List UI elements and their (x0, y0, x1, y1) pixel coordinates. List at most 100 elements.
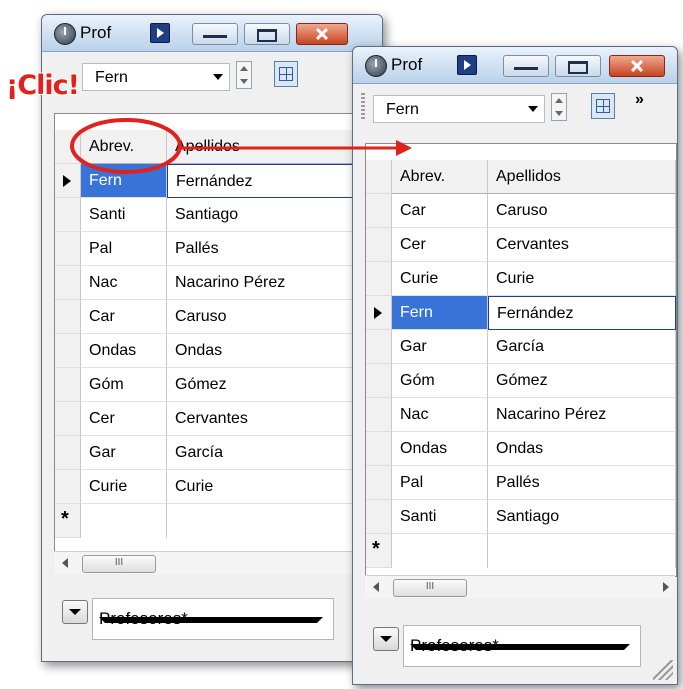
cell-apellidos[interactable]: García (167, 436, 375, 470)
cell-apellidos[interactable]: Ondas (488, 432, 676, 466)
cell-abrev[interactable]: Curie (81, 470, 167, 504)
table-row[interactable]: Pal Pallés (366, 466, 676, 500)
cell-apellidos[interactable]: Ondas (167, 334, 375, 368)
cell-abrev[interactable]: Pal (392, 466, 488, 500)
table-row[interactable]: Santi Santiago (55, 198, 375, 232)
scroll-thumb[interactable]: III (82, 555, 156, 573)
table-row[interactable]: Curie Curie (366, 262, 676, 296)
cell-abrev[interactable]: Car (392, 194, 488, 228)
cell-apellidos[interactable]: Santiago (488, 500, 676, 534)
play-icon[interactable] (150, 23, 170, 43)
row-selector[interactable] (366, 330, 392, 364)
dropdown-button[interactable] (62, 600, 88, 624)
minimize-button[interactable] (192, 23, 238, 45)
table-row[interactable]: Gar García (55, 436, 375, 470)
row-selector[interactable] (55, 266, 81, 300)
cell-apellidos[interactable]: Gómez (488, 364, 676, 398)
title-bar[interactable]: Prof (42, 15, 382, 52)
cell-abrev[interactable]: Nac (392, 398, 488, 432)
cell-apellidos[interactable] (167, 504, 375, 538)
row-selector[interactable] (366, 466, 392, 500)
cell-abrev[interactable]: Cer (392, 228, 488, 262)
table-row[interactable]: Cer Cervantes (366, 228, 676, 262)
table-row[interactable]: Car Caruso (366, 194, 676, 228)
toolbar-overflow-icon[interactable]: » (635, 91, 644, 109)
row-selector[interactable] (55, 164, 81, 198)
cell-apellidos[interactable]: Curie (167, 470, 375, 504)
cell-apellidos[interactable]: Caruso (488, 194, 676, 228)
cell-apellidos[interactable]: Cervantes (488, 228, 676, 262)
record-combo[interactable]: Fern (373, 95, 545, 123)
table-row[interactable]: Nac Nacarino Pérez (366, 398, 676, 432)
cell-apellidos[interactable]: Fernández (167, 164, 375, 198)
cell-abrev[interactable]: Santi (392, 500, 488, 534)
table-row[interactable]: Nac Nacarino Pérez (55, 266, 375, 300)
chevron-down-icon[interactable] (410, 644, 630, 650)
close-button[interactable] (296, 23, 348, 45)
chevron-down-icon[interactable] (99, 617, 323, 623)
toolbar-grip[interactable] (361, 93, 365, 121)
record-combo[interactable]: Fern (82, 63, 230, 91)
table-row[interactable]: Ondas Ondas (366, 432, 676, 466)
cell-abrev[interactable]: Gar (392, 330, 488, 364)
chevron-down-icon[interactable] (528, 106, 538, 112)
row-selector[interactable] (55, 232, 81, 266)
row-selector[interactable] (55, 198, 81, 232)
cell-abrev[interactable]: Pal (81, 232, 167, 266)
cell-abrev[interactable]: Nac (81, 266, 167, 300)
row-selector[interactable]: * (55, 504, 81, 538)
row-selector[interactable]: * (366, 534, 392, 568)
row-selector[interactable] (55, 334, 81, 368)
table-row[interactable]: Gar García (366, 330, 676, 364)
record-spinner[interactable] (236, 61, 252, 89)
row-selector[interactable] (366, 364, 392, 398)
cell-abrev[interactable]: Fern (81, 164, 167, 198)
cell-abrev[interactable]: Ondas (81, 334, 167, 368)
header-corner[interactable] (366, 160, 392, 194)
row-selector[interactable] (366, 398, 392, 432)
cell-abrev[interactable]: Ondas (392, 432, 488, 466)
row-selector[interactable] (366, 194, 392, 228)
cell-apellidos[interactable]: Nacarino Pérez (167, 266, 375, 300)
maximize-button[interactable] (555, 55, 601, 77)
column-header-apellidos[interactable]: Apellidos (488, 160, 676, 194)
table-row[interactable]: Curie Curie (55, 470, 375, 504)
dropdown-button[interactable] (373, 627, 399, 651)
scroll-left-icon[interactable] (62, 558, 68, 568)
data-grid[interactable]: Abrev. Apellidos Fern Fernández Santi Santi… (54, 113, 376, 553)
row-selector[interactable] (55, 470, 81, 504)
grid-view-icon[interactable] (591, 93, 615, 119)
table-row[interactable]: Ondas Ondas (55, 334, 375, 368)
row-selector[interactable] (55, 368, 81, 402)
table-row[interactable]: Góm Gómez (366, 364, 676, 398)
chevron-down-icon[interactable] (213, 74, 223, 80)
row-selector[interactable] (55, 300, 81, 334)
cell-apellidos[interactable] (488, 534, 676, 568)
form-selector[interactable]: Profesores* (403, 625, 641, 667)
cell-apellidos[interactable]: Gómez (167, 368, 375, 402)
cell-abrev[interactable]: Car (81, 300, 167, 334)
row-selector[interactable] (55, 436, 81, 470)
horizontal-scrollbar[interactable]: III (365, 575, 675, 598)
cell-abrev[interactable]: Fern (392, 296, 488, 330)
play-icon[interactable] (457, 55, 477, 75)
horizontal-scrollbar[interactable]: III (54, 551, 374, 574)
row-selector[interactable] (366, 228, 392, 262)
cell-abrev[interactable]: Santi (81, 198, 167, 232)
cell-apellidos[interactable]: Curie (488, 262, 676, 296)
minimize-button[interactable] (503, 55, 549, 77)
cell-apellidos[interactable]: Fernández (488, 296, 676, 330)
new-record-row[interactable]: * (55, 504, 375, 538)
row-selector[interactable] (366, 500, 392, 534)
cell-apellidos[interactable]: Cervantes (167, 402, 375, 436)
column-header-abrev[interactable]: Abrev. (81, 130, 167, 164)
close-button[interactable] (609, 55, 665, 77)
cell-abrev[interactable] (81, 504, 167, 538)
new-record-row[interactable]: * (366, 534, 676, 568)
title-bar[interactable]: Prof (353, 47, 677, 84)
row-selector[interactable] (55, 402, 81, 436)
cell-apellidos[interactable]: Santiago (167, 198, 375, 232)
cell-apellidos[interactable]: Pallés (167, 232, 375, 266)
table-row[interactable]: Fern Fernández (55, 164, 375, 198)
cell-apellidos[interactable]: Nacarino Pérez (488, 398, 676, 432)
